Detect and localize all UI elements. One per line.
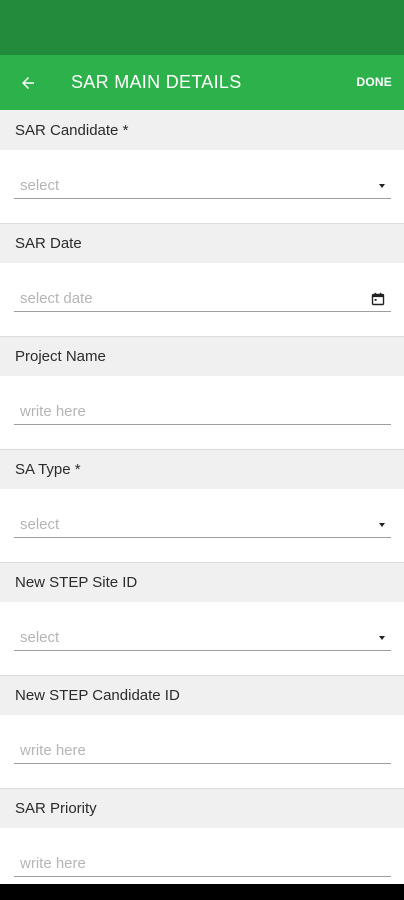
section-header-sa-type: SA Type * — [0, 449, 404, 489]
sar-priority-input[interactable]: write here — [14, 851, 391, 877]
section-header-project-name: Project Name — [0, 336, 404, 376]
done-button[interactable]: DONE — [357, 55, 392, 110]
back-button[interactable] — [0, 55, 56, 110]
new-step-site-id-placeholder: select — [20, 629, 60, 646]
calendar-icon[interactable] — [371, 292, 385, 306]
section-header-sar-priority: SAR Priority — [0, 788, 404, 828]
arrow-left-icon — [22, 76, 34, 89]
field-row-new-step-site-id: select — [0, 602, 404, 675]
sar-date-placeholder: select date — [20, 290, 93, 307]
sar-candidate-select[interactable]: select — [14, 173, 391, 199]
section-header-new-step-candidate-id: New STEP Candidate ID — [0, 675, 404, 715]
section-header-sar-candidate: SAR Candidate * — [0, 110, 404, 150]
status-bar — [0, 0, 404, 55]
sar-candidate-placeholder: select — [20, 177, 60, 194]
field-row-sar-date: select date — [0, 263, 404, 336]
dropdown-caret-icon — [379, 522, 385, 527]
navigation-bar — [0, 884, 404, 900]
dropdown-caret-icon — [379, 183, 385, 188]
section-header-new-step-site-id: New STEP Site ID — [0, 562, 404, 602]
field-row-sar-candidate: select — [0, 150, 404, 223]
sar-date-picker[interactable]: select date — [14, 286, 391, 312]
form: SAR Candidate * select SAR Date select d… — [0, 110, 404, 900]
new-step-candidate-id-placeholder: write here — [20, 742, 86, 759]
section-header-sar-date: SAR Date — [0, 223, 404, 263]
new-step-candidate-id-input[interactable]: write here — [14, 738, 391, 764]
sa-type-select[interactable]: select — [14, 512, 391, 538]
project-name-input[interactable]: write here — [14, 399, 391, 425]
field-row-new-step-candidate-id: write here — [0, 715, 404, 788]
dropdown-caret-icon — [379, 635, 385, 640]
field-row-project-name: write here — [0, 376, 404, 449]
sar-priority-placeholder: write here — [20, 855, 86, 872]
new-step-site-id-select[interactable]: select — [14, 625, 391, 651]
page-title: SAR MAIN DETAILS — [71, 72, 242, 92]
sa-type-placeholder: select — [20, 516, 60, 533]
app-bar: SAR MAIN DETAILS DONE — [0, 55, 404, 110]
project-name-placeholder: write here — [20, 403, 86, 420]
field-row-sa-type: select — [0, 489, 404, 562]
